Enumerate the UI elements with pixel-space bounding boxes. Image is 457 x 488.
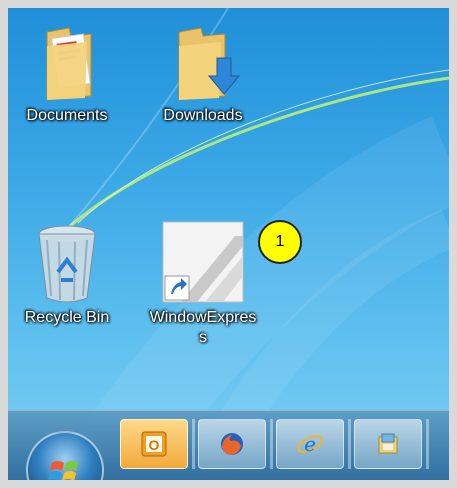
taskbar-separator [270,419,273,469]
desktop-icon-recycle-bin[interactable]: Recycle Bin [12,220,122,328]
desktop-icon-documents[interactable]: Documents [12,18,122,126]
desktop-icon-label: WindowExpress [149,309,257,346]
internet-explorer-taskbar-button[interactable]: e [276,419,344,469]
windowexpress-shortcut-icon [161,220,245,304]
internet-explorer-icon: e [296,432,324,456]
firefox-icon [221,433,243,455]
taskbar-separator [426,419,429,469]
desktop-icon-label: Recycle Bin [24,309,110,326]
taskbar-separator [192,419,195,469]
outlook-taskbar-button[interactable]: O [120,419,188,469]
recycle-bin-icon [25,220,109,304]
windows-start-orb-icon[interactable] [26,431,104,480]
desktop: Documents Downloads Recycle Bin WindowEx… [8,8,449,480]
outlook-icon: O [141,431,167,457]
firefox-taskbar-button[interactable] [198,419,266,469]
screenshot-frame: Documents Downloads Recycle Bin WindowEx… [0,0,457,488]
desktop-icon-downloads[interactable]: Downloads [148,18,258,126]
desktop-icon-label: Downloads [163,107,243,124]
svg-text:e: e [304,432,316,456]
desktop-icon-windowexpress[interactable]: WindowExpress [148,220,258,348]
step-number-badge: 1 [258,220,302,264]
desktop-icon-label: Documents [26,107,108,124]
svg-text:O: O [149,437,160,453]
taskbar: O e [8,410,449,480]
taskbar-separator [348,419,351,469]
file-explorer-icon [378,433,398,454]
downloads-folder-icon [161,18,245,102]
file-explorer-taskbar-button[interactable] [354,419,422,469]
documents-folder-icon [25,18,109,102]
